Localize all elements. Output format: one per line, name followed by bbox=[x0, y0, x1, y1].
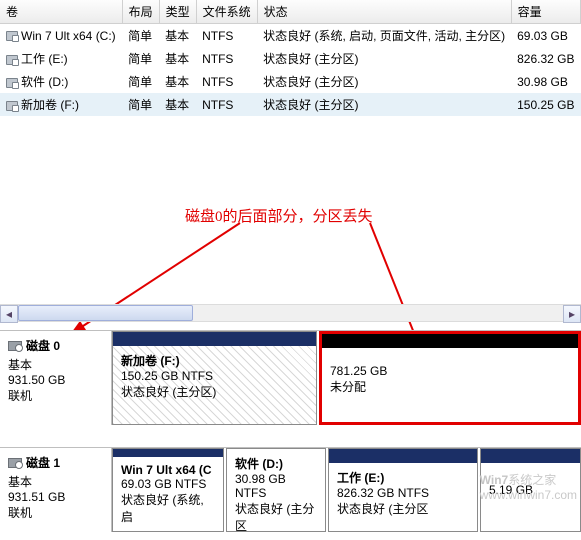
annotation-text: 磁盘0的后面部分，分区丢失 bbox=[185, 205, 373, 226]
scroll-right-button[interactable]: ▸ bbox=[563, 305, 581, 323]
table-row[interactable]: 软件 (D:) 简单基本NTFS状态良好 (主分区)30.98 GB bbox=[0, 70, 581, 93]
volume-icon bbox=[6, 55, 18, 65]
disk0-unallocated[interactable]: 781.25 GB 未分配 bbox=[319, 331, 581, 425]
col-status[interactable]: 状态 bbox=[257, 0, 511, 24]
disk0-partition-f[interactable]: 新加卷 (F:) 150.25 GB NTFS 状态良好 (主分区) bbox=[112, 331, 317, 425]
disk0-info[interactable]: 磁盘 0 基本 931.50 GB 联机 bbox=[0, 330, 112, 425]
volume-icon bbox=[6, 78, 18, 88]
col-fs[interactable]: 文件系统 bbox=[196, 0, 257, 24]
column-header-row: 卷 布局 类型 文件系统 状态 容量 bbox=[0, 0, 581, 24]
disk0-panel: 磁盘 0 基本 931.50 GB 联机 新加卷 (F:) 150.25 GB … bbox=[0, 330, 581, 425]
partition-cap bbox=[113, 332, 316, 346]
volume-icon bbox=[6, 101, 18, 111]
watermark: Win7系统之家 www.winwin7.com bbox=[480, 471, 577, 502]
disk1-partition-c[interactable]: Win 7 Ult x64 (C 69.03 GB NTFS 状态良好 (系统,… bbox=[112, 448, 224, 532]
col-type[interactable]: 类型 bbox=[159, 0, 196, 24]
partition-cap bbox=[329, 449, 477, 463]
volume-icon bbox=[6, 31, 18, 41]
partition-cap bbox=[322, 334, 578, 348]
disk1-partition-e[interactable]: 工作 (E:) 826.32 GB NTFS 状态良好 (主分区 bbox=[328, 448, 478, 532]
disk-icon bbox=[8, 458, 22, 468]
scroll-left-button[interactable]: ◂ bbox=[0, 305, 18, 323]
partition-cap bbox=[481, 449, 580, 463]
col-volume[interactable]: 卷 bbox=[0, 0, 122, 24]
horizontal-scrollbar[interactable]: ◂ ▸ bbox=[0, 304, 581, 322]
col-capacity[interactable]: 容量 bbox=[511, 0, 580, 24]
partition-cap bbox=[113, 449, 223, 457]
col-layout[interactable]: 布局 bbox=[122, 0, 159, 24]
disk1-info[interactable]: 磁盘 1 基本 931.51 GB 联机 bbox=[0, 447, 112, 532]
table-row[interactable]: 工作 (E:) 简单基本NTFS状态良好 (主分区)826.32 GB bbox=[0, 47, 581, 70]
table-row[interactable]: 新加卷 (F:) 简单基本NTFS状态良好 (主分区)150.25 GB bbox=[0, 93, 581, 116]
disk1-partition-d[interactable]: 软件 (D:) 30.98 GB NTFS 状态良好 (主分区 bbox=[226, 448, 326, 532]
disk-icon bbox=[8, 341, 22, 351]
scroll-thumb[interactable] bbox=[18, 305, 193, 321]
volume-table: 卷 布局 类型 文件系统 状态 容量 Win 7 Ult x64 (C:) 简单… bbox=[0, 0, 581, 116]
table-row[interactable]: Win 7 Ult x64 (C:) 简单基本NTFS状态良好 (系统, 启动,… bbox=[0, 24, 581, 48]
